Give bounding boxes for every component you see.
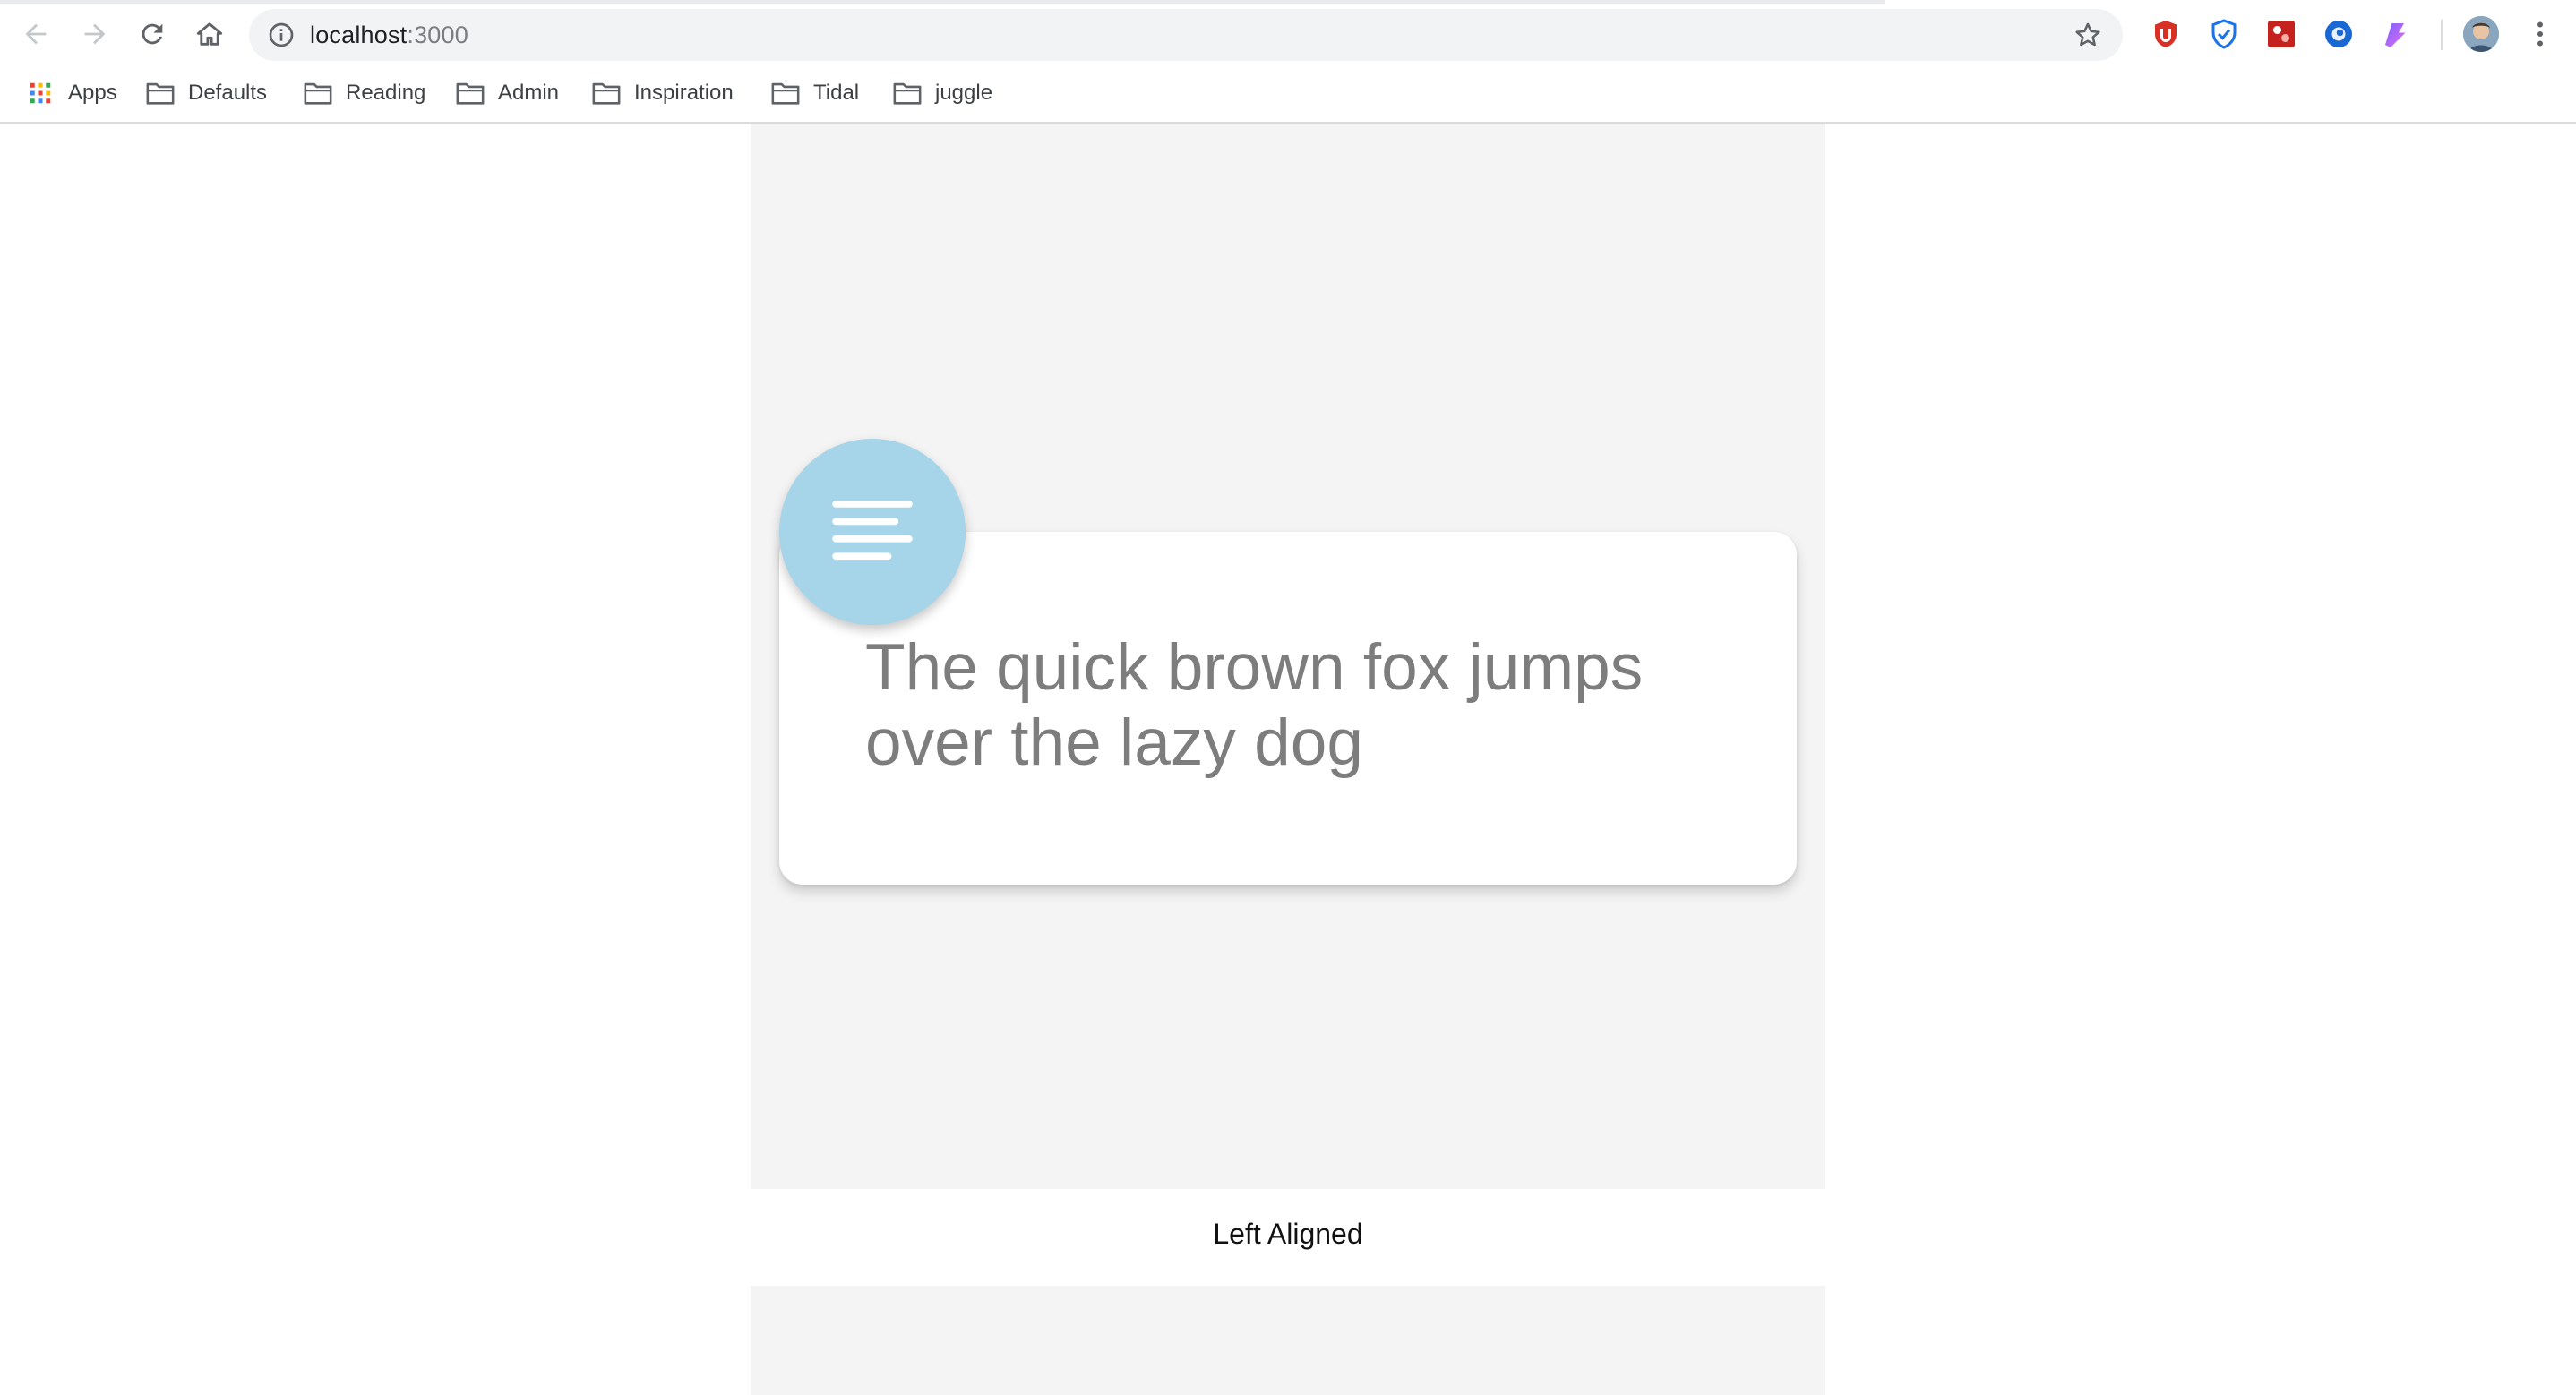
demo-panel: The quick brown fox jumps over the lazy … bbox=[751, 124, 1825, 1189]
folder-icon bbox=[146, 82, 175, 105]
bookmarks-bar: Apps Defaults Reading Admin Inspiration … bbox=[0, 64, 2576, 122]
gradient-extension-icon[interactable] bbox=[2380, 18, 2412, 50]
profile-avatar-icon bbox=[2463, 16, 2499, 52]
url-text[interactable]: localhost:3000 bbox=[310, 9, 468, 61]
kebab-menu-icon[interactable] bbox=[2524, 18, 2556, 50]
home-icon bbox=[196, 22, 223, 46]
arrow-left-icon bbox=[25, 23, 47, 45]
bookmark-juggle[interactable]: juggle bbox=[892, 77, 992, 109]
url-port: :3000 bbox=[407, 21, 468, 48]
bookmark-defaults[interactable]: Defaults bbox=[145, 77, 267, 109]
bookmark-inspiration[interactable]: Inspiration bbox=[591, 77, 734, 109]
back-button[interactable] bbox=[14, 13, 57, 56]
page-content: The quick brown fox jumps over the lazy … bbox=[0, 124, 2576, 1395]
bookmark-label: Tidal bbox=[813, 81, 860, 105]
reload-button[interactable] bbox=[131, 13, 174, 56]
avatar[interactable] bbox=[2463, 16, 2499, 52]
text-align-button[interactable] bbox=[779, 439, 966, 625]
eye-extension-icon[interactable] bbox=[2323, 18, 2355, 50]
bookmark-label: Reading bbox=[346, 81, 426, 105]
panel-caption: Left Aligned bbox=[1213, 1218, 1363, 1250]
bookmark-label: Admin bbox=[498, 81, 560, 105]
star-icon[interactable] bbox=[2073, 20, 2103, 50]
shield-extension-icon[interactable] bbox=[2208, 18, 2240, 50]
folder-icon bbox=[304, 82, 332, 105]
home-button[interactable] bbox=[188, 13, 231, 56]
bookmark-label: Defaults bbox=[188, 81, 268, 105]
browser-toolbar: localhost:3000 bbox=[0, 4, 2576, 64]
text-align-left-icon bbox=[832, 501, 913, 561]
folder-icon bbox=[893, 82, 922, 105]
url-host: localhost bbox=[310, 21, 408, 48]
folder-icon bbox=[592, 82, 621, 105]
folder-icon bbox=[456, 82, 485, 105]
bookmark-label: Inspiration bbox=[634, 81, 734, 105]
demo-panel-next bbox=[751, 1286, 1825, 1395]
info-icon[interactable] bbox=[267, 21, 296, 49]
browser-chrome: localhost:3000 Apps Defaults Reading Adm… bbox=[0, 0, 2576, 124]
bookmark-label: Apps bbox=[68, 81, 117, 105]
folder-icon bbox=[771, 82, 800, 105]
apps-grid-icon bbox=[30, 82, 51, 104]
red-square-extension-icon[interactable] bbox=[2265, 18, 2297, 50]
bookmark-apps[interactable]: Apps bbox=[25, 77, 117, 109]
ublock-extension-icon[interactable] bbox=[2150, 18, 2182, 50]
bookmark-admin[interactable]: Admin bbox=[455, 77, 559, 109]
forward-button[interactable] bbox=[73, 13, 116, 56]
reload-icon bbox=[142, 23, 163, 45]
bookmark-tidal[interactable]: Tidal bbox=[770, 77, 859, 109]
bookmark-label: juggle bbox=[935, 81, 993, 105]
card-text: The quick brown fox jumps over the lazy … bbox=[865, 631, 1644, 779]
arrow-right-icon bbox=[84, 23, 106, 45]
address-bar[interactable]: localhost:3000 bbox=[249, 9, 2123, 61]
bookmark-reading[interactable]: Reading bbox=[303, 77, 425, 109]
toolbar-separator bbox=[2441, 20, 2443, 50]
